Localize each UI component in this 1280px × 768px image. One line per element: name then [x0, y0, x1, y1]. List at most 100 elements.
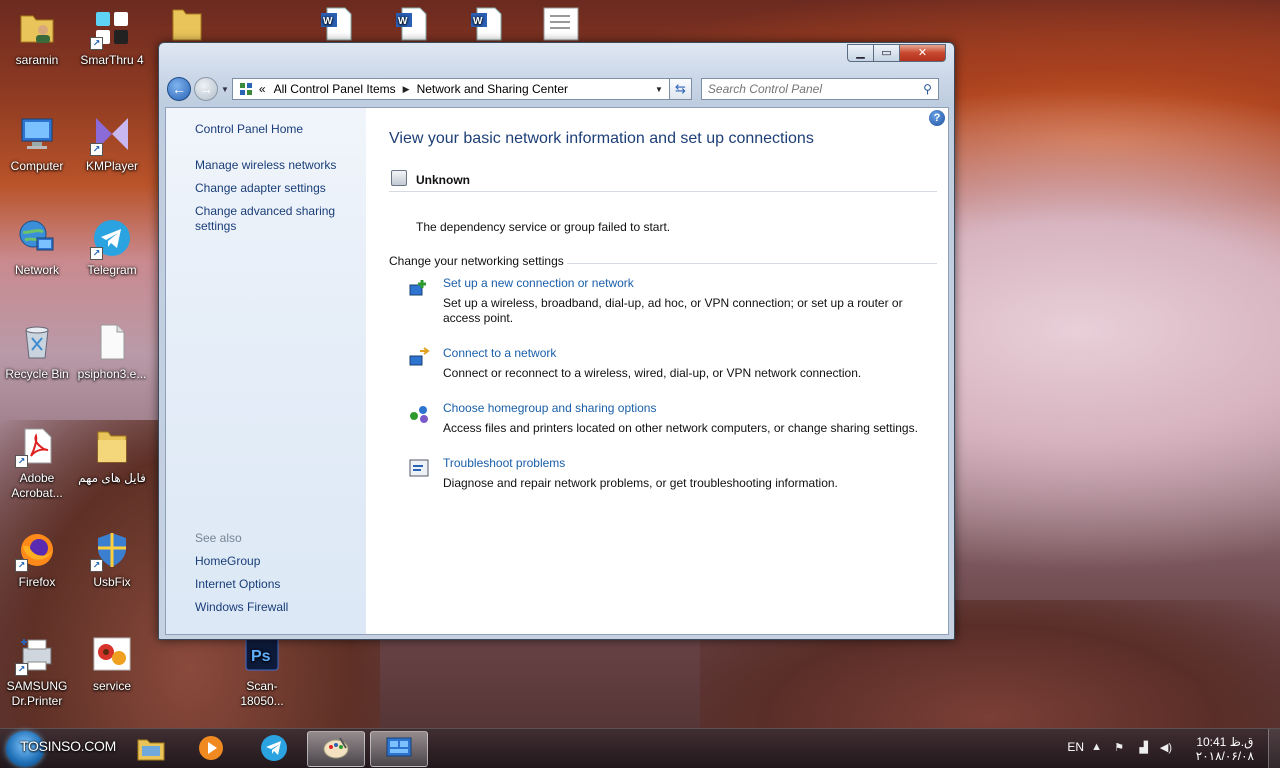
help-icon[interactable]: ? [929, 110, 945, 126]
network-status-row: Unknown [389, 170, 937, 192]
search-input[interactable] [707, 82, 924, 96]
maximize-button[interactable]: ▭ [874, 44, 900, 62]
desktop-icon-samsung-dr-printer[interactable]: ↗ SAMSUNG Dr.Printer [0, 632, 74, 709]
desktop-icon-network[interactable]: Network [0, 216, 74, 278]
section-divider [567, 263, 937, 264]
task-connect-network: Connect to a network Connect or reconnec… [407, 346, 937, 386]
breadcrumb-network-sharing-center[interactable]: Network and Sharing Center [417, 82, 568, 96]
paint-palette-icon [322, 734, 350, 765]
troubleshoot-link[interactable]: Troubleshoot problems [443, 456, 565, 471]
forward-button[interactable]: → [194, 77, 218, 101]
volume-icon[interactable]: ◀) [1160, 741, 1172, 754]
desktop-icon-label: Telegram [87, 263, 137, 277]
printer-icon: ↗ [15, 632, 59, 676]
breadcrumb-separator-icon[interactable]: ▶ [403, 84, 410, 95]
desktop-icon-label: Adobe Acrobat... [11, 471, 63, 500]
setup-connection-description: Set up a wireless, broadband, dial-up, a… [443, 296, 903, 325]
action-center-flag-icon[interactable]: ⚑ [1114, 741, 1124, 754]
desktop-icon-recycle-bin[interactable]: Recycle Bin [0, 320, 74, 382]
network-globe-icon [15, 216, 59, 260]
new-connection-icon [407, 276, 431, 300]
svg-text:Ps: Ps [251, 648, 271, 665]
desktop-icon-label: Recycle Bin [5, 367, 69, 381]
network-warning-icon[interactable]: ▟ [1140, 741, 1148, 754]
show-hidden-icons-icon[interactable]: ▲ [1091, 741, 1102, 753]
taskbar-explorer[interactable] [122, 731, 180, 767]
forward-arrow-icon: → [199, 81, 213, 97]
folder-icon [165, 2, 209, 46]
status-message: The dependency service or group failed t… [416, 220, 671, 234]
clock[interactable]: 10:41 ق.ظ ۲۰۱۸/۰۶/۰۸ [1196, 735, 1254, 763]
homegroup-sharing-description: Access files and printers located on oth… [443, 421, 918, 435]
address-bar[interactable]: « All Control Panel Items ▶ Network and … [231, 78, 670, 100]
desktop-icon-saramin[interactable]: saramin [0, 6, 74, 68]
desktop-icon-important-files[interactable]: فایل های مهم [75, 424, 149, 486]
svg-text:W: W [473, 16, 483, 27]
manage-wireless-networks-link[interactable]: Manage wireless networks [195, 158, 355, 173]
content-area: Control Panel Home Manage wireless netwo… [165, 107, 949, 635]
change-adapter-settings-link[interactable]: Change adapter settings [195, 181, 355, 196]
homegroup-sharing-link[interactable]: Choose homegroup and sharing options [443, 401, 656, 416]
connect-network-link[interactable]: Connect to a network [443, 346, 556, 361]
homegroup-link[interactable]: HomeGroup [195, 554, 355, 569]
control-panel-icon [385, 735, 413, 764]
control-panel-home-link[interactable]: Control Panel Home [195, 122, 355, 137]
see-also-heading: See also [195, 531, 242, 545]
recent-pages-dropdown[interactable]: ▼ [221, 85, 229, 94]
back-arrow-icon: ← [172, 81, 186, 97]
refresh-icon: ⇆ [674, 81, 686, 96]
user-folder-icon [15, 6, 59, 50]
desktop-icon-computer[interactable]: Computer [0, 112, 74, 174]
navigation-bar: ← → ▼ « All Control Panel Items ▶ Networ… [167, 75, 946, 103]
shortcut-arrow-icon: ↗ [15, 663, 28, 676]
kmplayer-icon: ↗ [90, 112, 134, 156]
usbfix-shield-icon: ↗ [90, 528, 134, 572]
taskbar-telegram[interactable] [245, 731, 303, 767]
document-image-icon [538, 2, 582, 46]
refresh-button[interactable]: ⇆ [669, 78, 692, 100]
taskbar-control-panel[interactable] [370, 731, 428, 767]
desktop-icon-label: Scan-18050... [240, 679, 284, 708]
setup-connection-link[interactable]: Set up a new connection or network [443, 276, 634, 291]
file-icon [90, 320, 134, 364]
language-indicator[interactable]: EN [1067, 740, 1084, 754]
taskbar-media-player[interactable] [182, 731, 240, 767]
desktop-icon-label: service [92, 679, 131, 693]
connect-network-description: Connect or reconnect to a wireless, wire… [443, 366, 862, 380]
desktop-icon-psiphon[interactable]: psiphon3.e... [75, 320, 149, 382]
shortcut-arrow-icon: ↗ [90, 143, 103, 156]
search-icon[interactable]: ⚲ [923, 82, 932, 96]
task-homegroup: Choose homegroup and sharing options Acc… [407, 401, 937, 441]
breadcrumb-all-control-panel-items[interactable]: All Control Panel Items [274, 82, 396, 96]
internet-options-link[interactable]: Internet Options [195, 577, 355, 592]
desktop-icon-service[interactable]: service [75, 632, 149, 694]
taskbar-paint[interactable] [307, 731, 365, 767]
address-dropdown-icon[interactable]: ▼ [655, 85, 663, 94]
main-pane: ? View your basic network information an… [389, 108, 948, 634]
desktop-icon-scan-file[interactable]: Ps Scan-18050... [225, 632, 299, 709]
desktop-icon-smarthru[interactable]: ↗ SmarThru 4 [75, 6, 149, 68]
firefox-icon: ↗ [15, 528, 59, 572]
homegroup-icon [407, 401, 431, 425]
page-title: View your basic network information and … [389, 130, 814, 147]
desktop-icon-usbfix[interactable]: ↗ UsbFix [75, 528, 149, 590]
desktop-icon-firefox[interactable]: ↗ Firefox [0, 528, 74, 590]
desktop-icon-telegram[interactable]: ↗ Telegram [75, 216, 149, 278]
folder-icon [90, 424, 134, 468]
show-desktop-button[interactable] [1268, 729, 1280, 768]
minimize-button[interactable]: ▁ [847, 44, 874, 62]
back-button[interactable]: ← [167, 77, 191, 101]
network-sharing-center-window: ▁ ▭ ✕ ← → ▼ « All Control Panel Items ▶ … [158, 42, 955, 640]
computer-icon [15, 112, 59, 156]
change-advanced-sharing-settings-link[interactable]: Change advanced sharing settings [195, 204, 345, 234]
windows-firewall-link[interactable]: Windows Firewall [195, 600, 355, 615]
desktop-icon-kmplayer[interactable]: ↗ KMPlayer [75, 112, 149, 174]
telegram-icon: ↗ [90, 216, 134, 260]
desktop-icon-adobe-acrobat[interactable]: ↗ Adobe Acrobat... [0, 424, 74, 501]
recycle-bin-icon [15, 320, 59, 364]
breadcrumb-overflow[interactable]: « [259, 82, 266, 96]
svg-text:W: W [323, 16, 333, 27]
search-box[interactable]: ⚲ [700, 78, 939, 100]
close-button[interactable]: ✕ [900, 44, 946, 62]
clock-date: ۲۰۱۸/۰۶/۰۸ [1195, 749, 1254, 763]
